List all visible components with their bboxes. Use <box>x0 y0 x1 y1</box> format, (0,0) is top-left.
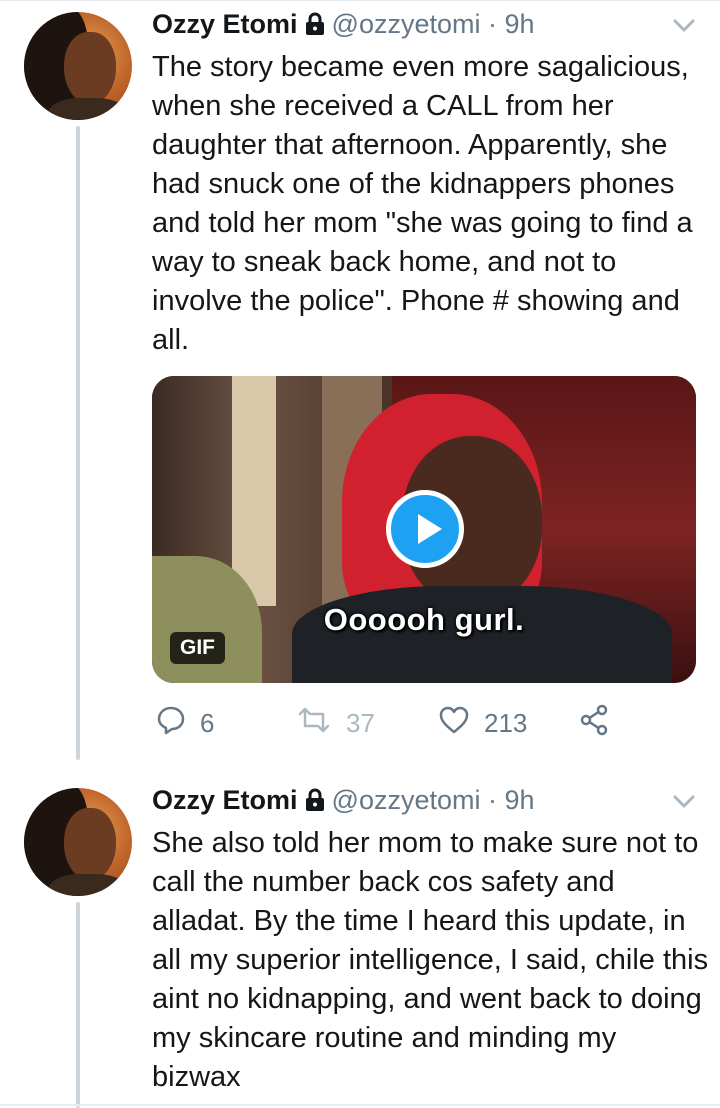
lock-icon <box>304 11 326 43</box>
timestamp[interactable]: 9h <box>505 9 535 39</box>
user-handle[interactable]: @ozzyetomi <box>332 9 481 39</box>
reply-button[interactable]: 6 <box>156 703 214 743</box>
tweet-header: Ozzy Etomi @ozzyetomi · 9h <box>152 784 535 819</box>
share-button[interactable] <box>578 703 624 743</box>
reply-count: 6 <box>200 707 215 738</box>
retweet-icon <box>296 706 346 741</box>
play-icon[interactable] <box>386 490 464 568</box>
gif-badge: GIF <box>170 632 225 664</box>
tweet-text: The story became even more sagalicious, … <box>152 51 693 356</box>
separator-dot: · <box>488 785 497 815</box>
timestamp[interactable]: 9h <box>505 785 535 815</box>
tweet-text: She also told her mom to make sure not t… <box>152 827 709 1093</box>
lock-icon <box>304 787 326 819</box>
thread-connector <box>76 902 80 1108</box>
gif-caption: Oooooh gurl. <box>323 602 525 637</box>
chevron-down-icon[interactable] <box>672 18 696 39</box>
like-icon <box>438 705 484 742</box>
user-handle[interactable]: @ozzyetomi <box>332 785 481 815</box>
tweet-1[interactable]: Ozzy Etomi @ozzyetomi · 9h The story beca… <box>0 0 720 760</box>
share-icon <box>578 704 624 743</box>
tweet-header: Ozzy Etomi @ozzyetomi · 9h <box>152 8 535 43</box>
separator-dot: · <box>488 9 497 39</box>
display-name[interactable]: Ozzy Etomi <box>152 785 298 815</box>
gif-media[interactable]: Oooooh gurl. GIF <box>152 376 696 683</box>
retweet-count: 37 <box>346 707 375 738</box>
avatar[interactable] <box>24 788 132 896</box>
tweet-2[interactable]: Ozzy Etomi @ozzyetomi · 9h She also told … <box>0 760 720 1108</box>
thread-connector <box>76 126 80 760</box>
like-count: 213 <box>484 707 528 738</box>
retweet-button[interactable]: 37 <box>296 703 375 743</box>
display-name[interactable]: Ozzy Etomi <box>152 9 298 39</box>
avatar[interactable] <box>24 12 132 120</box>
chevron-down-icon[interactable] <box>672 794 696 815</box>
divider <box>0 1104 720 1106</box>
like-button[interactable]: 213 <box>438 703 527 743</box>
reply-icon <box>156 705 200 742</box>
tweet-actions: 6 37 213 <box>152 703 712 743</box>
